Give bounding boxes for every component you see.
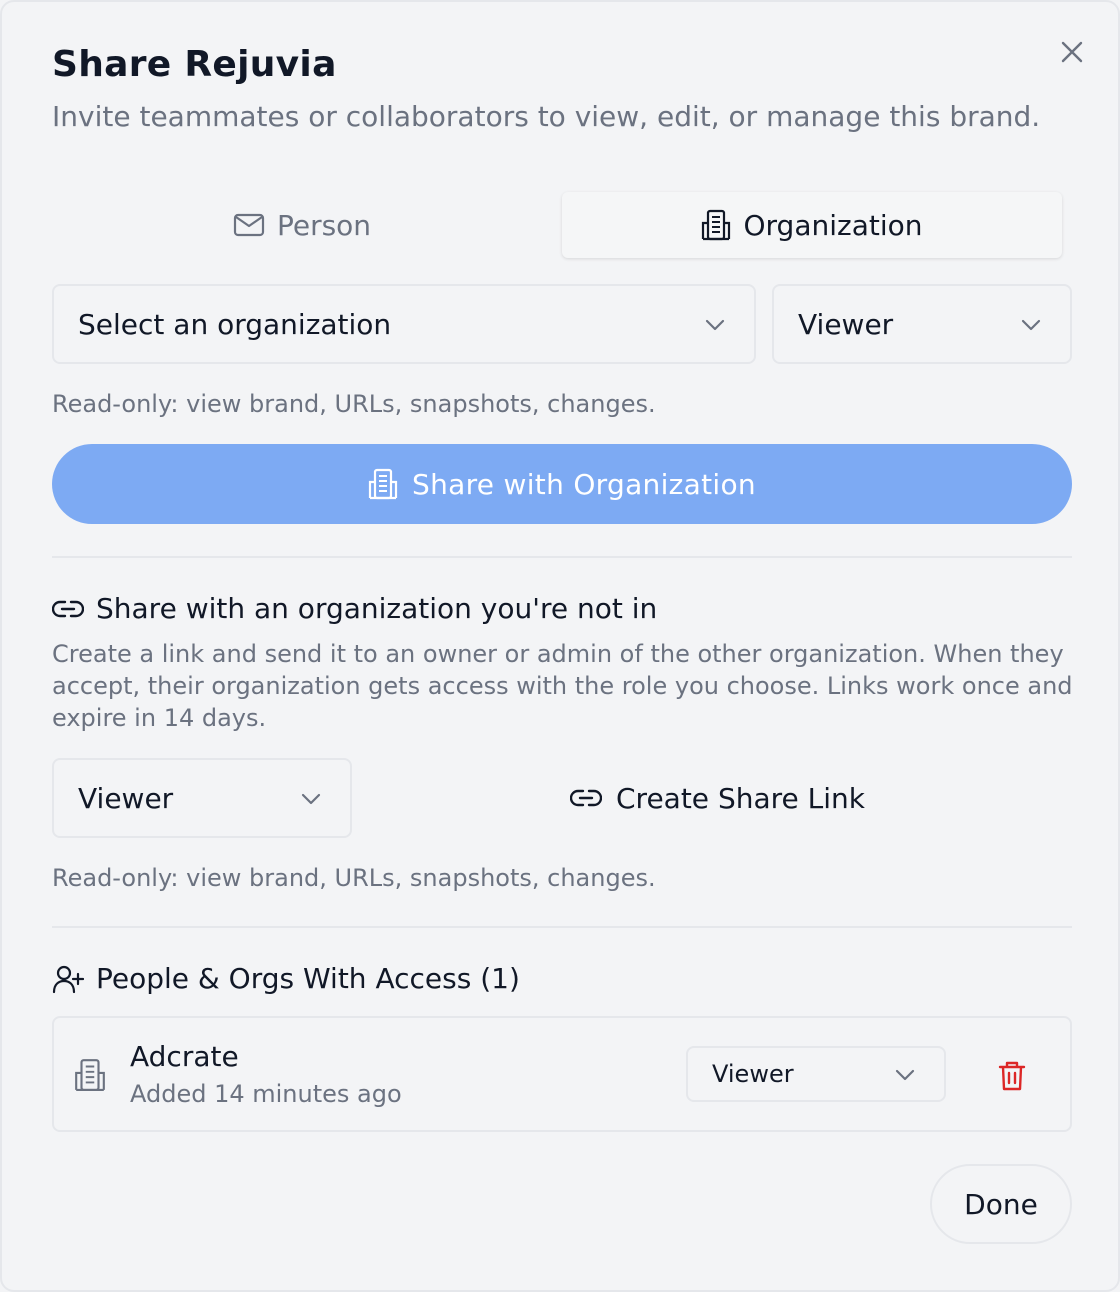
role-hint: Read-only: view brand, URLs, snapshots, … — [52, 390, 656, 418]
share-link-description: Create a link and send it to an owner or… — [52, 640, 1073, 732]
chevron-down-icon — [301, 793, 321, 805]
access-entry-role-value: Viewer — [712, 1060, 794, 1088]
organization-select[interactable]: Select an organization — [52, 284, 756, 364]
share-with-organization-button[interactable]: Share with Organization — [52, 444, 1072, 524]
create-share-link-label: Create Share Link — [616, 781, 865, 815]
dialog-title: Share Rejuvia — [52, 44, 337, 85]
divider — [52, 926, 1072, 928]
tab-organization-label: Organization — [743, 208, 923, 242]
building-icon — [368, 468, 398, 500]
share-with-organization-label: Share with Organization — [412, 467, 756, 501]
share-type-tabs: Person Organization — [52, 192, 1072, 262]
divider — [52, 556, 1072, 558]
share-link-heading-text: Share with an organization you're not in — [96, 592, 658, 625]
role-select[interactable]: Viewer — [772, 284, 1072, 364]
access-entry-added: Added 14 minutes ago — [130, 1080, 402, 1108]
user-plus-icon — [52, 965, 84, 993]
remove-access-button[interactable] — [992, 1056, 1032, 1096]
access-entry-name: Adcrate — [130, 1040, 239, 1073]
access-heading-text: People & Orgs With Access (1) — [96, 962, 520, 995]
link-role-select[interactable]: Viewer — [52, 758, 352, 838]
tab-organization[interactable]: Organization — [562, 192, 1062, 258]
access-heading: People & Orgs With Access (1) — [52, 962, 520, 995]
share-dialog: Share Rejuvia Invite teammates or collab… — [0, 0, 1120, 1292]
create-share-link-button[interactable]: Create Share Link — [570, 776, 865, 820]
link-icon — [52, 600, 84, 617]
role-select-value: Viewer — [798, 307, 894, 341]
access-entry: Adcrate Added 14 minutes ago Viewer — [52, 1016, 1072, 1132]
mail-icon — [233, 213, 265, 237]
chevron-down-icon — [1021, 319, 1041, 331]
chevron-down-icon — [895, 1069, 915, 1081]
building-icon — [702, 209, 731, 241]
access-entry-role-select[interactable]: Viewer — [686, 1046, 946, 1102]
done-button-label: Done — [964, 1187, 1038, 1221]
tab-person-label: Person — [276, 208, 372, 242]
building-icon — [75, 1059, 105, 1091]
link-role-select-value: Viewer — [78, 781, 174, 815]
close-button[interactable] — [1054, 34, 1090, 70]
tab-person[interactable]: Person — [52, 192, 552, 258]
link-icon — [570, 789, 602, 807]
close-icon — [1061, 41, 1083, 63]
chevron-down-icon — [705, 319, 725, 331]
dialog-subtitle: Invite teammates or collaborators to vie… — [52, 100, 1041, 133]
trash-icon — [998, 1061, 1026, 1091]
organization-select-value: Select an organization — [78, 307, 392, 341]
link-role-hint: Read-only: view brand, URLs, snapshots, … — [52, 864, 656, 892]
done-button[interactable]: Done — [930, 1164, 1072, 1244]
share-link-heading: Share with an organization you're not in — [52, 592, 657, 625]
